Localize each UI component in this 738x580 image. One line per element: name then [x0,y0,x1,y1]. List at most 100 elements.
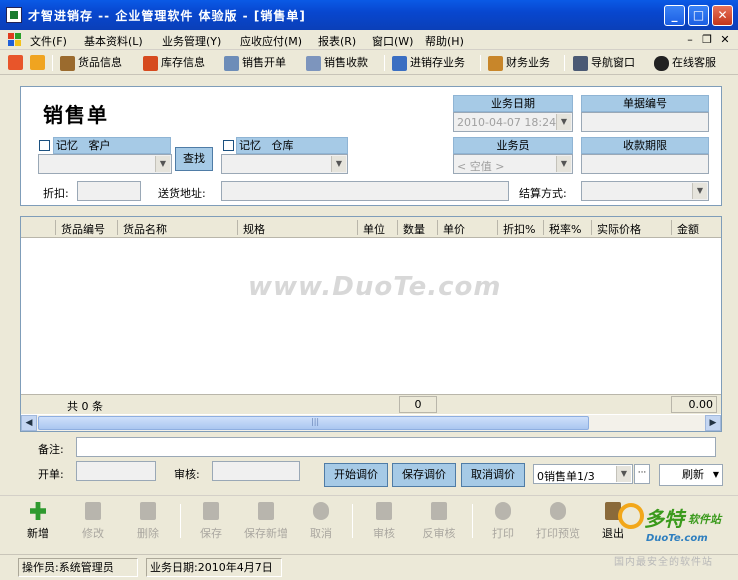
opener-label: 开单: [38,468,64,481]
chevron-down-icon: ▼ [556,114,571,130]
horizontal-scrollbar[interactable]: ◀ ||| ▶ [21,415,721,431]
toolbar-online-service[interactable]: 在线客服 [654,55,716,73]
toolbar-nav-window[interactable]: 导航窗口 [573,55,635,73]
printer-icon [495,502,511,520]
doc-select[interactable]: 0销售单1/3 ▼ [533,464,633,484]
add-button[interactable]: 新增 [16,502,60,547]
print-button[interactable]: 打印 [481,502,525,547]
toolbar-inventory-business[interactable]: 进销存业务 [392,55,465,73]
salesman-header: 业务员 [453,137,573,154]
toolbar-separator [480,55,481,71]
edit-icon [85,502,101,520]
col-price[interactable]: 单价 [443,221,465,237]
toolbar-power-icon[interactable] [8,55,23,73]
audit-button[interactable]: 审核 [362,502,406,547]
print-preview-icon [550,502,566,520]
finance-icon [488,56,503,71]
toolbar-goods-info[interactable]: 货品信息 [60,55,122,73]
toolbar-finance-business[interactable]: 财务业务 [488,55,550,73]
duote-logo: 多特 软件站 DuoTe.com 国内最安全的软件站 [614,503,738,575]
sales-order-icon [224,56,239,71]
audit-icon [376,502,392,520]
mdi-restore-button[interactable]: ❐ [700,33,714,46]
auditor-label: 审核: [174,468,200,481]
toolbar-sales-receipt[interactable]: 销售收款 [306,55,368,73]
close-button[interactable]: ✕ [712,5,733,26]
cancel-button[interactable]: 取消 [299,502,343,547]
refresh-button[interactable]: 刷新 ▼ [659,464,723,486]
unaudit-button[interactable]: 反审核 [417,502,461,547]
save-button[interactable]: 保存 [189,502,233,547]
title-bar: 才智进销存 -- 企业管理软件 体验版 - [销售单] _ □ ✕ [0,0,738,30]
delete-button[interactable]: 删除 [126,502,170,547]
auditor-field [212,461,300,481]
cancel-price-adjust-button[interactable]: 取消调价 [461,463,525,487]
menu-window[interactable]: 窗口(W) [372,33,413,49]
mdi-close-button[interactable]: ✕ [718,33,732,46]
ellipsis-button[interactable]: ··· [634,464,650,484]
discount-field[interactable] [77,181,141,201]
col-goods-no[interactable]: 货品编号 [61,221,105,237]
form-panel: 销售单 记忆 客户 ▼ 查找 记忆 仓库 ▼ 业务日期 2010-04-07 1… [20,86,722,206]
scroll-thumb[interactable]: ||| [38,416,589,430]
find-button[interactable]: 查找 [175,147,213,171]
status-operator: 操作员:系统管理员 [18,558,138,577]
chevron-down-icon: ▼ [556,156,571,172]
address-field[interactable] [221,181,509,201]
maximize-button[interactable]: □ [688,5,709,26]
chevron-down-icon: ▼ [712,470,719,479]
address-label: 送货地址: [158,187,206,200]
save-new-button[interactable]: 保存新增 [244,502,288,547]
scroll-right-icon[interactable]: ▶ [705,415,721,431]
toolbar-separator [52,55,53,71]
scroll-left-icon[interactable]: ◀ [21,415,37,431]
opener-field [76,461,156,481]
window-title: 才智进销存 -- 企业管理软件 体验版 - [销售单] [28,9,306,23]
trash-icon [140,502,156,520]
start-price-adjust-button[interactable]: 开始调价 [324,463,388,487]
customer-header: 记忆 客户 [53,137,171,154]
biz-date-field[interactable]: 2010-04-07 18:24 ▼ [453,112,573,132]
col-spec[interactable]: 规格 [243,221,265,237]
col-goods-name[interactable]: 货品名称 [123,221,167,237]
settle-select[interactable]: ▼ [581,181,709,201]
col-tax[interactable]: 税率% [549,221,581,237]
menu-reports[interactable]: 报表(R) [318,33,356,49]
cancel-icon [313,502,329,520]
menu-business[interactable]: 业务管理(Y) [162,33,221,49]
chevron-down-icon: ▼ [155,156,170,172]
warehouse-header: 记忆 仓库 [236,137,348,154]
receipt-icon [306,56,321,71]
customer-select[interactable]: ▼ [38,154,172,174]
doc-no-header: 单据编号 [581,95,709,112]
menu-basic-data[interactable]: 基本资料(L) [84,33,143,49]
salesman-select[interactable]: < 空值 > ▼ [453,154,573,174]
remarks-field[interactable] [76,437,716,457]
mdi-minimize-button[interactable]: – [683,33,697,46]
col-unit[interactable]: 单位 [363,221,385,237]
print-preview-button[interactable]: 打印预览 [536,502,580,547]
app-icon [6,7,22,23]
menu-help[interactable]: 帮助(H) [425,33,464,49]
row-count: 共 0 条 [67,400,103,413]
toolbar-separator [384,55,385,71]
edit-button[interactable]: 修改 [71,502,115,547]
toolbar-edit-icon[interactable] [30,55,45,73]
remember-customer-checkbox[interactable] [39,140,50,151]
minimize-button[interactable]: _ [664,5,685,26]
menu-receivables[interactable]: 应收应付(M) [240,33,302,49]
toolbar-sales-order[interactable]: 销售开单 [224,55,286,73]
plus-icon [30,502,46,520]
watermark: www.DuoTe.com [248,272,502,302]
menu-file[interactable]: 文件(F) [30,33,67,49]
items-grid[interactable]: 货品编号 货品名称 规格 单位 数量 单价 折扣% 税率% 实际价格 金额 共 … [20,216,722,432]
remember-warehouse-checkbox[interactable] [223,140,234,151]
toolbar-stock-info[interactable]: 库存信息 [143,55,205,73]
col-qty[interactable]: 数量 [403,221,425,237]
warehouse-select[interactable]: ▼ [221,154,348,174]
col-discount[interactable]: 折扣% [503,221,535,237]
toolbar-separator [564,55,565,71]
save-price-adjust-button[interactable]: 保存调价 [392,463,456,487]
col-amount[interactable]: 金额 [677,221,699,237]
col-actual-price[interactable]: 实际价格 [597,221,641,237]
